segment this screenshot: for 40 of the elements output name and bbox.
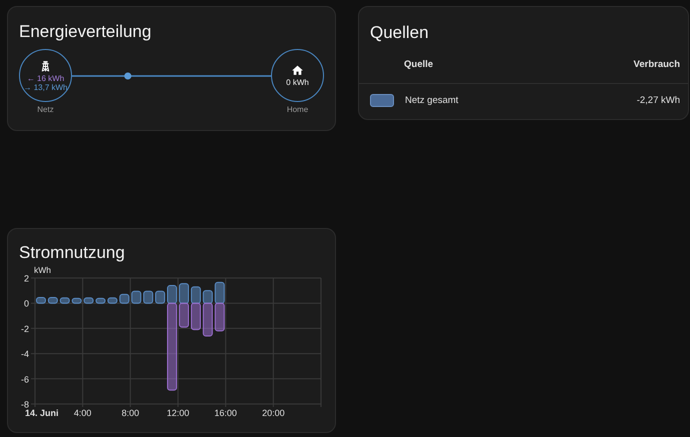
consumed-value: ← 16 kWh [26,74,64,82]
bar [36,297,46,304]
y-tick-label: -2 [20,324,29,334]
bar [155,290,166,304]
table-cell: -2,27 kWh [636,94,680,106]
y-tick-label: -4 [20,349,29,360]
returned-value: → 13,7 kWh [23,82,68,92]
x-tick-label: 12:00 [166,408,190,418]
x-tick-label: 8:00 [122,408,140,418]
bar [214,282,225,304]
home-node[interactable]: 0 kWh [271,49,324,102]
bar [214,302,225,332]
y-tick-label: -6 [20,374,29,384]
bar [119,294,130,304]
y-tick-label: 0 [24,298,29,309]
x-tick-label: 16:00 [214,408,237,418]
y-tick-label: 2 [24,274,29,284]
column-header: Verbrauch [634,58,680,70]
x-tick-label: 20:00 [262,408,285,418]
node-label: Home [286,105,308,114]
card-title: Energieverteilung [18,21,152,42]
card-title: Stromnutzung [18,242,126,263]
column-header: Quelle [404,58,434,70]
bar [84,297,94,304]
x-tick-label: 4:00 [74,408,92,418]
bar [48,297,58,304]
bar [60,297,70,304]
power-pylon-icon [39,60,52,72]
x-tick-label: 14. Juni [25,408,59,418]
table-cell-text: Netz gesamt [405,94,460,106]
card-title: Quellen [369,22,430,43]
grid-node[interactable]: ← 16 kWh → 13,7 kWh [19,49,72,102]
bar [72,298,82,304]
y-tick-label: -8 [20,400,29,410]
bar [131,290,142,304]
house-icon [291,64,304,76]
axis-unit: kWh [34,265,51,275]
bar [143,290,154,304]
node-label: Netz [37,105,54,114]
home-value: 0 kWh [286,78,309,88]
